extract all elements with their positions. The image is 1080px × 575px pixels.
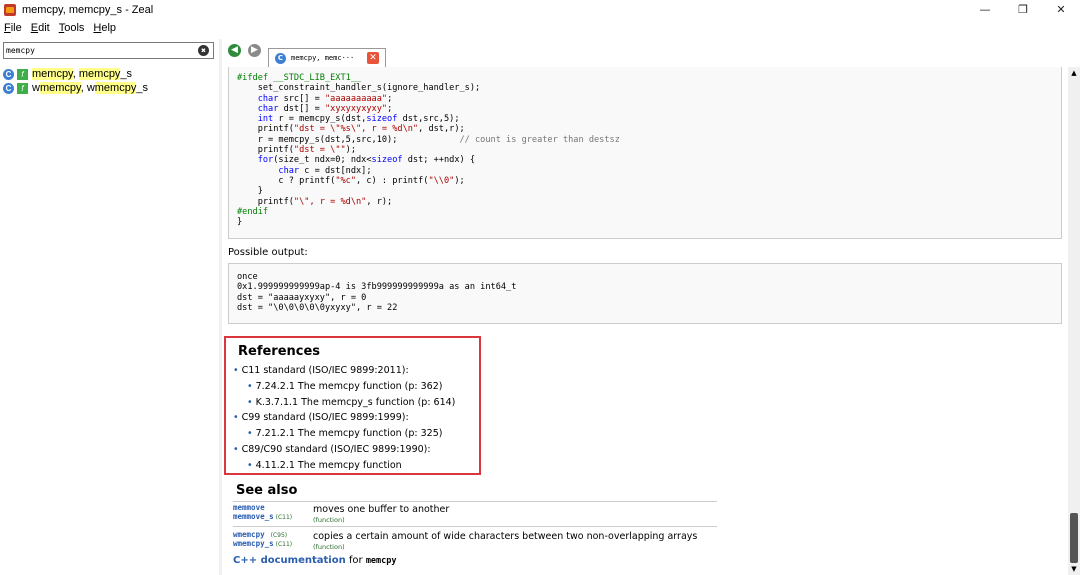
function-icon: f	[17, 68, 28, 80]
reference-item: • C89/C90 standard (ISO/IEC 9899:1990):	[233, 444, 431, 455]
references-section: References • C11 standard (ISO/IEC 9899:2…	[224, 336, 481, 475]
search-results: C f memcpy, memcpy_s C f wmemcpy, wmemcp…	[3, 67, 217, 95]
function-icon: f	[17, 82, 28, 94]
see-also-description: moves one buffer to another	[313, 504, 450, 515]
example-code-block: #ifdef __STDC_LIB_EXT1__ set_constraint_…	[228, 67, 1062, 239]
scroll-thumb[interactable]	[1070, 513, 1078, 563]
forward-icon[interactable]: ▶	[248, 44, 261, 57]
see-also-kind: (function)	[313, 516, 345, 524]
reference-item: • C99 standard (ISO/IEC 9899:1999):	[233, 412, 409, 423]
zeal-app-icon	[4, 3, 16, 16]
menu-edit[interactable]: Edit	[31, 22, 50, 34]
see-also-description: copies a certain amount of wide characte…	[313, 531, 698, 542]
window-controls: — ❐ ✕	[966, 0, 1080, 19]
search-input-value: memcpy	[6, 46, 35, 55]
reference-item[interactable]: • 4.11.2.1 The memcpy function	[247, 460, 402, 471]
cpp-documentation-link[interactable]: C++ documentation	[233, 555, 346, 566]
tab-label: memcpy, memc···	[291, 54, 355, 62]
see-also-link[interactable]: wmemcpy_s (C11)	[233, 539, 292, 550]
output-block: once 0x1.999999999999ap-4 is 3fb99999999…	[228, 263, 1062, 324]
scroll-down-icon[interactable]: ▼	[1069, 564, 1079, 574]
maximize-button[interactable]: ❐	[1004, 0, 1042, 19]
reference-item[interactable]: • K.3.7.1.1 The memcpy_s function (p: 614…	[247, 397, 455, 408]
menu-file[interactable]: File	[4, 22, 22, 34]
see-also-link[interactable]: memmove_s (C11)	[233, 512, 292, 523]
menu-help[interactable]: Help	[93, 22, 116, 34]
c-docset-icon: C	[275, 52, 286, 64]
possible-output-label: Possible output:	[228, 247, 308, 258]
see-also-row: wmemcpy (C95) wmemcpy_s (C11) copies a cer…	[233, 526, 717, 552]
result-item-memcpy[interactable]: C f memcpy, memcpy_s	[3, 67, 217, 81]
close-button[interactable]: ✕	[1042, 0, 1080, 19]
result-label: wmemcpy, wmemcpy_s	[32, 82, 148, 94]
documentation-content: #ifdef __STDC_LIB_EXT1__ set_constraint_…	[222, 67, 1068, 575]
back-icon[interactable]: ◀	[228, 44, 241, 57]
c-docset-icon: C	[3, 68, 14, 80]
result-item-wmemcpy[interactable]: C f wmemcpy, wmemcpy_s	[3, 81, 217, 95]
search-panel: memcpy ✖ C f memcpy, memcpy_s C f wmemcp…	[0, 39, 219, 575]
reference-item[interactable]: • 7.24.2.1 The memcpy function (p: 362)	[247, 381, 442, 392]
window-title: memcpy, memcpy_s - Zeal	[22, 3, 154, 16]
scroll-up-icon[interactable]: ▲	[1069, 68, 1079, 78]
references-heading: References	[238, 344, 321, 359]
cpp-function-name: memcpy	[365, 556, 397, 566]
cpp-documentation-line: C++ documentation for memcpy	[233, 555, 397, 566]
c-docset-icon: C	[3, 82, 14, 94]
search-input[interactable]: memcpy ✖	[3, 42, 214, 59]
see-also-row: memmove memmove_s (C11) moves one buffer …	[233, 501, 717, 526]
tab-memcpy[interactable]: C memcpy, memc··· ✕	[268, 48, 386, 67]
minimize-button[interactable]: —	[966, 0, 1004, 19]
reference-item: • C11 standard (ISO/IEC 9899:2011):	[233, 365, 409, 376]
content-scrollbar[interactable]: ▲ ▼	[1068, 67, 1080, 575]
reference-item[interactable]: • 7.21.2.1 The memcpy function (p: 325)	[247, 428, 442, 439]
tab-bar: ◀ ▶ C memcpy, memc··· ✕	[222, 39, 1080, 67]
clear-search-icon[interactable]: ✖	[198, 45, 209, 56]
menu-bar: File Edit Tools Help	[0, 19, 1080, 36]
result-label: memcpy, memcpy_s	[32, 68, 133, 80]
menu-tools[interactable]: Tools	[59, 22, 85, 34]
tab-close-icon[interactable]: ✕	[367, 52, 379, 64]
see-also-heading: See also	[236, 483, 298, 498]
see-also-kind: (function)	[313, 543, 345, 551]
title-bar: memcpy, memcpy_s - Zeal — ❐ ✕	[0, 0, 1080, 19]
